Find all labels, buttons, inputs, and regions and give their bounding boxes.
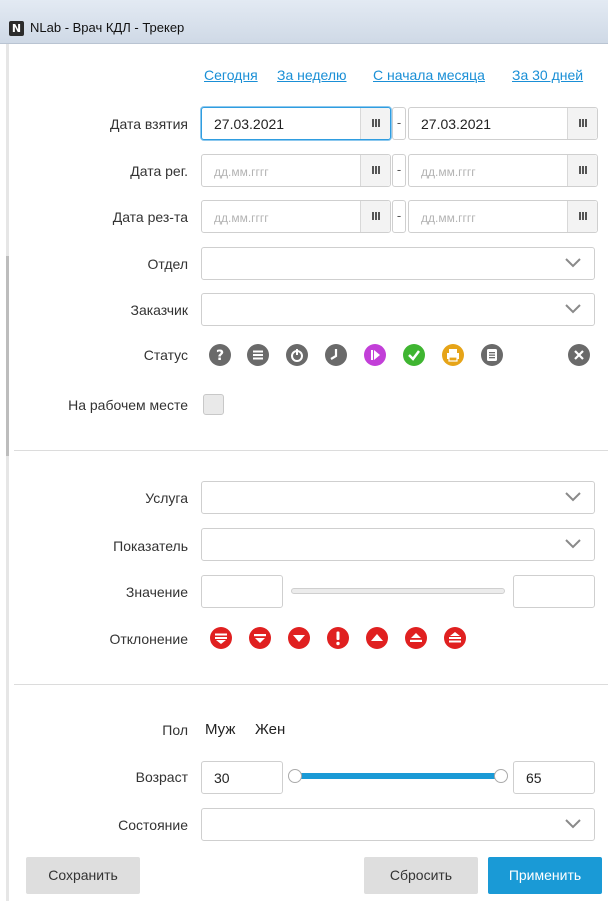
- svg-text:?: ?: [216, 348, 224, 364]
- service-select[interactable]: [201, 481, 595, 514]
- date-reg-to-input[interactable]: дд.мм.гггг: [408, 154, 598, 187]
- value-min-input[interactable]: [201, 575, 283, 608]
- age-max-value: 65: [526, 770, 542, 786]
- deviation-high-icon[interactable]: [366, 627, 388, 649]
- date-result-from-placeholder: дд.мм.гггг: [214, 211, 269, 225]
- label-deviation: Отклонение: [109, 631, 188, 647]
- scrollbar-thumb[interactable]: [6, 256, 9, 456]
- value-range-slider[interactable]: [291, 588, 505, 594]
- date-result-to-input[interactable]: дд.мм.гггг: [408, 200, 598, 233]
- sex-option-male[interactable]: Муж: [205, 721, 235, 738]
- chevron-down-icon: [565, 539, 581, 549]
- label-at-workplace: На рабочем месте: [68, 397, 188, 413]
- label-date-result: Дата рез-та: [112, 209, 188, 225]
- indicator-select[interactable]: [201, 528, 595, 561]
- age-slider-min-handle[interactable]: [288, 769, 302, 783]
- label-date-taken: Дата взятия: [110, 116, 188, 132]
- age-min-input[interactable]: 30: [201, 761, 283, 794]
- label-customer: Заказчик: [130, 302, 189, 318]
- question-icon[interactable]: ?: [209, 344, 231, 366]
- at-workplace-checkbox[interactable]: [203, 394, 224, 415]
- customer-select[interactable]: [201, 293, 595, 326]
- age-range-slider[interactable]: [295, 773, 500, 779]
- date-separator: -: [392, 107, 406, 140]
- calendar-icon[interactable]: [567, 155, 597, 186]
- date-reg-from-placeholder: дд.мм.гггг: [214, 165, 269, 179]
- state-select[interactable]: [201, 808, 595, 841]
- deviation-critical-high-icon[interactable]: [444, 627, 466, 649]
- date-separator: -: [392, 154, 406, 187]
- link-week[interactable]: За неделю: [277, 67, 347, 83]
- label-age: Возраст: [135, 769, 188, 785]
- date-taken-to-value: 27.03.2021: [421, 116, 492, 132]
- date-separator: -: [392, 200, 406, 233]
- document-icon[interactable]: [481, 344, 503, 366]
- date-reg-to-placeholder: дд.мм.гггг: [421, 165, 476, 179]
- window-title: NLab - Врач КДЛ - Трекер: [30, 20, 185, 35]
- chevron-down-icon: [565, 819, 581, 829]
- print-icon[interactable]: [442, 344, 464, 366]
- link-month-start[interactable]: С начала месяца: [373, 67, 485, 83]
- date-result-to-placeholder: дд.мм.гггг: [421, 211, 476, 225]
- link-today[interactable]: Сегодня: [204, 67, 258, 83]
- divider: [14, 684, 608, 685]
- calendar-icon[interactable]: [360, 155, 390, 186]
- title-bar: N NLab - Врач КДЛ - Трекер: [0, 0, 608, 44]
- play-icon[interactable]: [364, 344, 386, 366]
- label-value: Значение: [125, 584, 188, 600]
- deviation-very-high-icon[interactable]: [405, 627, 427, 649]
- label-status: Статус: [143, 347, 188, 363]
- clock-icon[interactable]: [325, 344, 347, 366]
- deviation-alert-icon[interactable]: [327, 627, 349, 649]
- age-min-value: 30: [214, 770, 230, 786]
- date-reg-from-input[interactable]: дд.мм.гггг: [201, 154, 391, 187]
- age-max-input[interactable]: 65: [513, 761, 595, 794]
- deviation-critical-low-icon[interactable]: [210, 627, 232, 649]
- department-select[interactable]: [201, 247, 595, 280]
- label-department: Отдел: [147, 256, 189, 272]
- chevron-down-icon: [565, 304, 581, 314]
- chevron-down-icon: [565, 258, 581, 268]
- label-service: Услуга: [145, 490, 188, 506]
- deviation-very-low-icon[interactable]: [249, 627, 271, 649]
- check-icon[interactable]: [403, 344, 425, 366]
- calendar-icon[interactable]: [567, 201, 597, 232]
- date-result-from-input[interactable]: дд.мм.гггг: [201, 200, 391, 233]
- list-icon[interactable]: [247, 344, 269, 366]
- scrollbar[interactable]: [6, 44, 9, 901]
- reset-button[interactable]: Сбросить: [364, 857, 478, 894]
- value-max-input[interactable]: [513, 575, 595, 608]
- date-taken-from-value: 27.03.2021: [214, 116, 285, 132]
- age-slider-max-handle[interactable]: [494, 769, 508, 783]
- date-taken-to-input[interactable]: 27.03.2021: [408, 107, 598, 140]
- app-logo-icon: N: [9, 21, 24, 36]
- sex-option-female[interactable]: Жен: [255, 721, 285, 738]
- label-state: Состояние: [118, 817, 188, 833]
- apply-button[interactable]: Применить: [488, 857, 602, 894]
- power-icon[interactable]: [286, 344, 308, 366]
- calendar-icon[interactable]: [567, 108, 597, 139]
- save-button[interactable]: Сохранить: [26, 857, 140, 894]
- calendar-icon[interactable]: [360, 201, 390, 232]
- chevron-down-icon: [565, 492, 581, 502]
- label-indicator: Показатель: [113, 538, 188, 554]
- label-date-reg: Дата рег.: [130, 163, 188, 179]
- date-taken-from-input[interactable]: 27.03.2021: [201, 107, 391, 140]
- calendar-icon[interactable]: [360, 108, 390, 139]
- deviation-low-icon[interactable]: [288, 627, 310, 649]
- close-icon[interactable]: [568, 344, 590, 366]
- link-30-days[interactable]: За 30 дней: [512, 67, 583, 83]
- label-sex: Пол: [162, 722, 188, 738]
- divider: [14, 450, 608, 451]
